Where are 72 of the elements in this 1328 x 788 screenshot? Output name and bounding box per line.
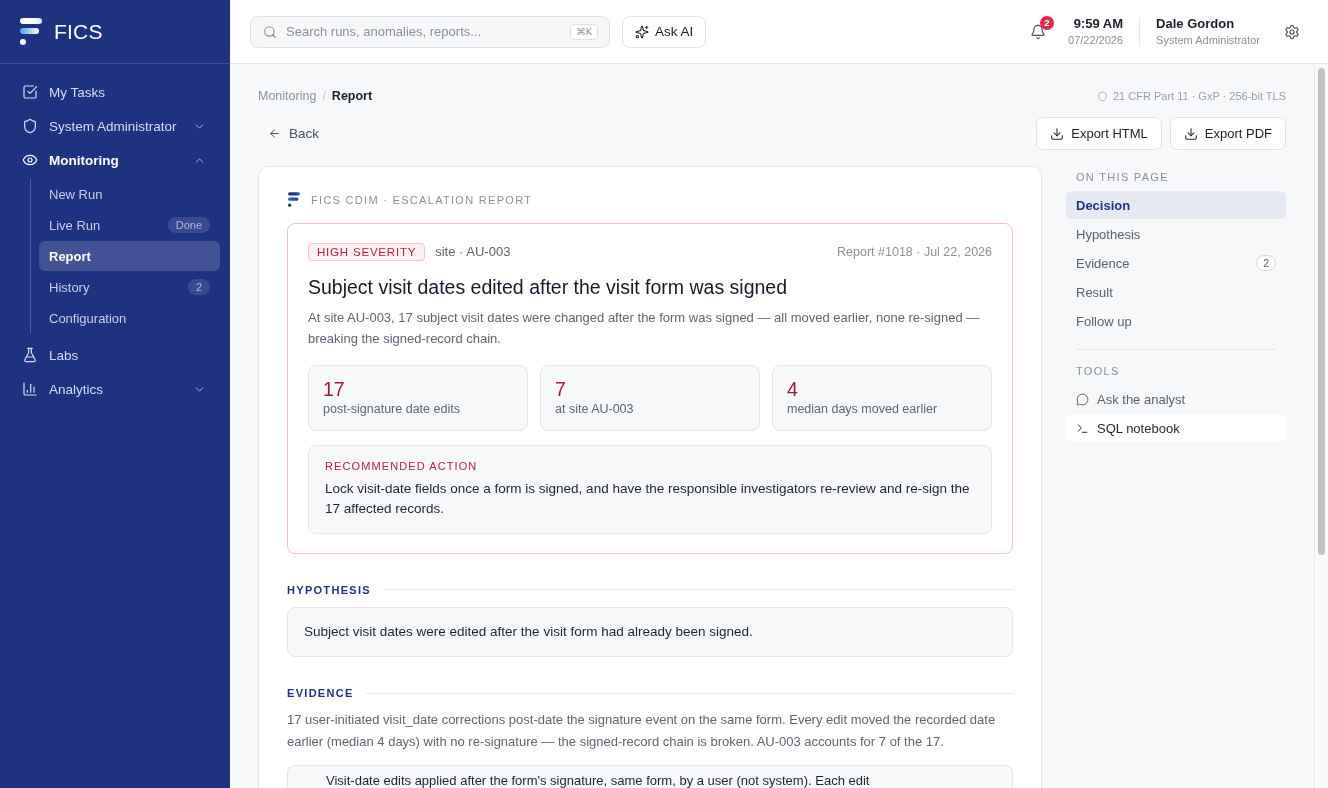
back-button[interactable]: Back — [258, 118, 329, 149]
report-kicker: FICS CDIM · ESCALATION REPORT — [311, 193, 533, 206]
clock-date: 07/22/2026 — [1068, 32, 1124, 48]
export-button[interactable]: Export HTML — [1036, 117, 1162, 150]
stat-label: at site AU-003 — [555, 400, 635, 417]
chat-bubble-icon — [1076, 392, 1089, 406]
nav-item[interactable]: Analytics — [10, 372, 220, 406]
stat-value: 17 — [323, 376, 346, 401]
download-icon — [1183, 126, 1198, 141]
section-heading: EVIDENCE — [287, 687, 354, 700]
brand-name: FICS — [54, 19, 103, 44]
toc-link[interactable]: Decision — [1066, 191, 1286, 219]
rail-heading: TOOLS — [1075, 364, 1121, 378]
evidence-summary: 17 user-initiated visit_date corrections post-date the signature event on the same form. Every edit moved the recorded date earlier (median 4 days) with no re-signature — the signed-record chain is broken. AU-003 accounts for 7 of the 17. — [287, 711, 997, 751]
user-role: System Administrator — [1156, 32, 1260, 48]
search-icon — [263, 24, 277, 39]
breadcrumb-current-page: Report — [331, 89, 373, 103]
stat-label: median days moved earlier — [787, 400, 939, 417]
nav-subitem[interactable]: Report — [39, 241, 220, 271]
nav-item[interactable]: System Administrator — [10, 109, 220, 143]
nav-subitem[interactable]: Live Run Done — [39, 210, 220, 240]
toc-link[interactable]: Follow up — [1066, 307, 1286, 335]
nav-item[interactable]: Monitoring — [10, 143, 220, 177]
download-icon — [1050, 126, 1065, 141]
toc-link[interactable]: Evidence 2 — [1066, 249, 1286, 277]
ask-ai-button[interactable]: Ask AI — [622, 15, 707, 48]
section-heading: HYPOTHESIS — [287, 583, 371, 596]
settings-icon[interactable] — [1284, 23, 1300, 40]
recommendation-label: RECOMMENDED ACTION — [325, 458, 479, 473]
nav-subitem[interactable]: History 2 — [39, 272, 220, 302]
nav-item[interactable]: My Tasks — [10, 75, 220, 109]
export-button[interactable]: Export PDF — [1169, 117, 1286, 150]
sparkle-icon — [635, 24, 649, 39]
bar-chart-icon — [22, 381, 38, 397]
stat-label: post-signature date edits — [323, 400, 461, 417]
scrollbar-thumb[interactable] — [1318, 68, 1325, 555]
stat-value: 4 — [787, 376, 799, 401]
nav-subitem[interactable]: New Run — [39, 179, 220, 209]
logo-icon — [288, 192, 300, 208]
shield-icon — [22, 118, 38, 134]
clock-time: 9:59 AM — [1073, 15, 1124, 32]
stat-value: 7 — [555, 376, 567, 401]
nav-badge: 2 — [187, 279, 210, 295]
nav-item[interactable]: Labs — [10, 338, 220, 372]
arrow-left-icon — [268, 127, 281, 140]
shield-icon — [1097, 90, 1108, 102]
compliance-note: 21 CFR Part 11 · GxP · 256-bit TLS — [1113, 90, 1286, 102]
toc-link[interactable]: Hypothesis — [1066, 220, 1286, 248]
bell-icon[interactable] — [1030, 23, 1046, 40]
toc-link[interactable]: Result — [1066, 278, 1286, 306]
evidence-note: Visit-date edits applied after the form's signature, same form, by a user (not system). Each edit — [287, 765, 1013, 788]
report-title: Subject visit dates edited after the visit form was signed — [308, 274, 789, 300]
site-label: site · AU-003 — [435, 244, 511, 260]
logo-icon — [20, 18, 42, 45]
notification-badge: 2 — [1040, 15, 1054, 30]
tool-link[interactable]: SQL notebook — [1066, 414, 1286, 442]
rail-heading: ON THIS PAGE — [1075, 170, 1170, 184]
severity-badge: HIGH SEVERITY — [308, 242, 426, 261]
eye-icon — [22, 152, 38, 168]
flask-icon — [22, 347, 38, 363]
hypothesis-statement: Subject visit dates were edited after the visit form had already been signed. — [287, 607, 1013, 658]
nav-subitem[interactable]: Configuration — [39, 303, 220, 333]
breadcrumb-separator: / — [322, 89, 326, 103]
user-name: Dale Gordon — [1156, 15, 1235, 32]
report-meta: Report #1018 · Jul 22, 2026 — [837, 244, 992, 259]
checkbox-icon — [22, 84, 38, 100]
terminal-icon — [1076, 421, 1089, 435]
nav-badge: Done — [167, 217, 210, 233]
recommendation-text: Lock visit-date fields once a form is signed, and have the responsible investigators re-review and re-sign the 17 affected records. — [325, 479, 971, 518]
count-badge: 2 — [1256, 255, 1276, 271]
report-summary: At site AU-003, 17 subject visit dates were changed after the form was signed — all moved earlier, none re-signed — breaking the signed-record chain. — [308, 308, 981, 348]
tool-link[interactable]: Ask the analyst — [1066, 385, 1286, 413]
